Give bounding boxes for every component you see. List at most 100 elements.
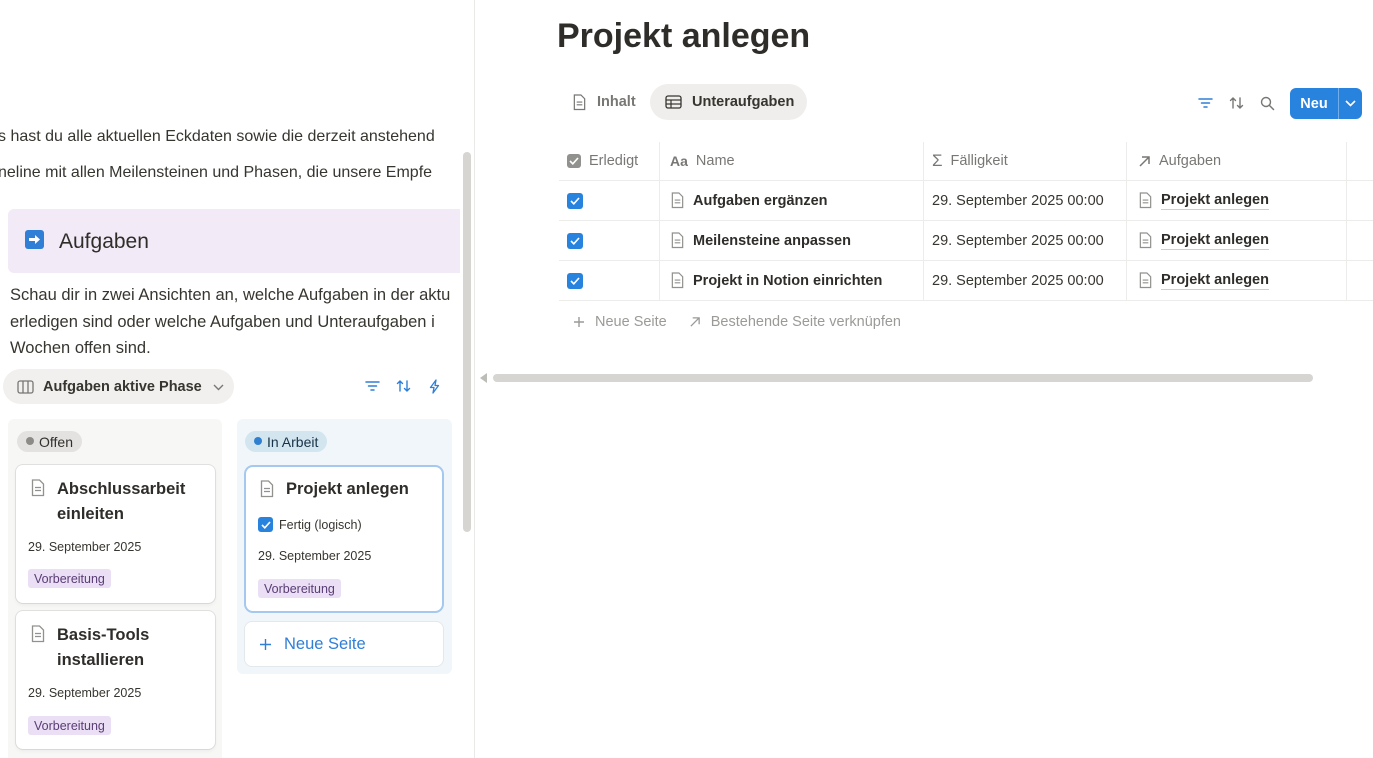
board-view-icon bbox=[17, 379, 34, 394]
card-title: Abschlussarbeit einleiten bbox=[57, 477, 185, 527]
document-icon bbox=[1139, 232, 1152, 249]
tab-inhalt[interactable]: Inhalt bbox=[557, 84, 649, 120]
checkbox-label: Fertig (logisch) bbox=[279, 517, 362, 532]
card-title: Projekt anlegen bbox=[286, 480, 409, 498]
phase-tag: Vorbereitung bbox=[258, 579, 341, 598]
name-cell[interactable]: Projekt in Notion einrichten bbox=[660, 261, 924, 300]
board-card-selected[interactable]: Projekt anlegen Fertig (logisch) 29. Sep… bbox=[246, 467, 442, 611]
header-label: Name bbox=[695, 153, 735, 169]
card-title-line: Basis-Tools bbox=[57, 626, 150, 644]
new-page-label: Neue Seite bbox=[284, 634, 366, 653]
board-toolbar bbox=[364, 378, 442, 394]
scroll-left-arrow-icon[interactable] bbox=[480, 373, 487, 383]
search-icon[interactable] bbox=[1259, 95, 1275, 111]
due-cell: 29. September 2025 00:00 bbox=[924, 261, 1127, 300]
row-name: Projekt in Notion einrichten bbox=[693, 272, 883, 289]
header-spacer bbox=[1347, 142, 1373, 180]
view-name: Aufgaben aktive Phase bbox=[43, 378, 202, 395]
add-new-page-button[interactable]: Neue Seite bbox=[573, 314, 667, 330]
plus-icon bbox=[574, 317, 584, 327]
intro-text-line-1: s hast du alle aktuellen Eckdaten sowie … bbox=[0, 128, 435, 145]
board-card[interactable]: Basis-Tools installieren 29. September 2… bbox=[16, 611, 215, 749]
tab-unteraufgaben[interactable]: Unteraufgaben bbox=[650, 84, 808, 120]
page-title: Projekt anlegen bbox=[557, 17, 811, 55]
status-label: Offen bbox=[39, 433, 73, 450]
subtasks-table: Erledigt Aa Name Σ Fälligkeit Aufgaben A… bbox=[559, 142, 1373, 301]
add-new-label: Neue Seite bbox=[595, 314, 667, 330]
card-title-line: einleiten bbox=[57, 505, 124, 523]
chevron-down-icon[interactable] bbox=[1339, 100, 1362, 107]
row-spacer bbox=[1347, 221, 1373, 260]
name-cell[interactable]: Meilensteine anpassen bbox=[660, 221, 924, 260]
arrow-right-icon bbox=[25, 230, 44, 249]
document-icon bbox=[671, 272, 684, 289]
card-title-line: Abschlussarbeit bbox=[57, 480, 186, 498]
checkbox-checked-icon[interactable] bbox=[258, 517, 273, 532]
header-aufgaben[interactable]: Aufgaben bbox=[1127, 142, 1347, 180]
tab-label: Unteraufgaben bbox=[692, 94, 795, 110]
document-icon bbox=[260, 480, 274, 498]
new-page-button[interactable]: Neue Seite bbox=[245, 622, 443, 666]
due-cell: 29. September 2025 00:00 bbox=[924, 221, 1127, 260]
row-name: Meilensteine anpassen bbox=[693, 232, 851, 249]
checkbox-checked-icon[interactable] bbox=[567, 192, 583, 209]
relation-cell[interactable]: Projekt anlegen bbox=[1127, 181, 1347, 220]
description-line-2: erledigen sind oder welche Aufgaben und … bbox=[10, 313, 435, 331]
sort-icon[interactable] bbox=[1228, 95, 1244, 111]
done-cell[interactable] bbox=[559, 181, 660, 220]
sort-icon[interactable] bbox=[395, 378, 411, 394]
document-icon bbox=[671, 192, 684, 209]
view-selector[interactable]: Aufgaben aktive Phase bbox=[3, 369, 234, 404]
table-row[interactable]: Meilensteine anpassen 29. September 2025… bbox=[559, 221, 1373, 261]
header-label: Erledigt bbox=[589, 153, 639, 169]
done-cell[interactable] bbox=[559, 221, 660, 260]
board-card[interactable]: Abschlussarbeit einleiten 29. September … bbox=[16, 465, 215, 603]
link-existing-page-button[interactable]: Bestehende Seite verknüpfen bbox=[689, 314, 901, 330]
filter-icon[interactable] bbox=[364, 378, 380, 394]
relation-arrow-icon bbox=[690, 317, 700, 327]
checkbox-checked-icon[interactable] bbox=[567, 232, 583, 249]
relation-cell[interactable]: Projekt anlegen bbox=[1127, 261, 1347, 300]
relation-link[interactable]: Projekt anlegen bbox=[1161, 192, 1269, 210]
description-line-1: Schau dir in zwei Ansichten an, welche A… bbox=[10, 286, 451, 304]
card-date: 29. September 2025 bbox=[28, 540, 142, 554]
status-dot bbox=[254, 437, 262, 445]
plus-icon bbox=[260, 638, 271, 650]
table-row[interactable]: Projekt in Notion einrichten 29. Septemb… bbox=[559, 261, 1373, 301]
row-spacer bbox=[1347, 181, 1373, 220]
header-faelligkeit[interactable]: Σ Fälligkeit bbox=[924, 142, 1127, 180]
done-cell[interactable] bbox=[559, 261, 660, 300]
due-cell: 29. September 2025 00:00 bbox=[924, 181, 1127, 220]
horizontal-scrollbar[interactable] bbox=[493, 374, 1313, 382]
new-button[interactable]: Neu bbox=[1290, 88, 1362, 119]
table-toolbar bbox=[1197, 95, 1275, 111]
checkbox-checked-icon[interactable] bbox=[567, 272, 583, 289]
lightning-icon[interactable] bbox=[426, 378, 442, 394]
header-label: Fälligkeit bbox=[950, 153, 1008, 169]
name-cell[interactable]: Aufgaben ergänzen bbox=[660, 181, 924, 220]
chevron-down-icon bbox=[213, 379, 224, 395]
relation-link[interactable]: Projekt anlegen bbox=[1161, 272, 1269, 290]
done-checkbox-row: Fertig (logisch) bbox=[258, 517, 362, 532]
document-icon bbox=[31, 479, 45, 497]
relation-link[interactable]: Projekt anlegen bbox=[1161, 232, 1269, 250]
row-name: Aufgaben ergänzen bbox=[693, 192, 828, 209]
phase-tag: Vorbereitung bbox=[28, 569, 111, 588]
filter-icon[interactable] bbox=[1197, 95, 1213, 111]
header-erledigt[interactable]: Erledigt bbox=[559, 142, 660, 180]
formula-sigma-icon: Σ bbox=[932, 151, 943, 170]
header-name[interactable]: Aa Name bbox=[660, 142, 924, 180]
checkbox-property-icon bbox=[567, 154, 581, 168]
card-title: Basis-Tools installieren bbox=[57, 623, 149, 673]
card-date: 29. September 2025 bbox=[258, 549, 372, 563]
header-label: Aufgaben bbox=[1159, 153, 1222, 169]
table-row[interactable]: Aufgaben ergänzen 29. September 2025 00:… bbox=[559, 181, 1373, 221]
document-icon bbox=[671, 232, 684, 249]
card-date: 29. September 2025 bbox=[28, 686, 142, 700]
status-dot bbox=[26, 437, 34, 445]
vertical-scrollbar[interactable] bbox=[463, 152, 471, 532]
board-column-in-arbeit: In Arbeit Projekt anlegen Fertig (logisc… bbox=[237, 419, 452, 674]
relation-cell[interactable]: Projekt anlegen bbox=[1127, 221, 1347, 260]
status-tag-offen: Offen bbox=[17, 431, 82, 452]
table-icon bbox=[665, 95, 682, 109]
